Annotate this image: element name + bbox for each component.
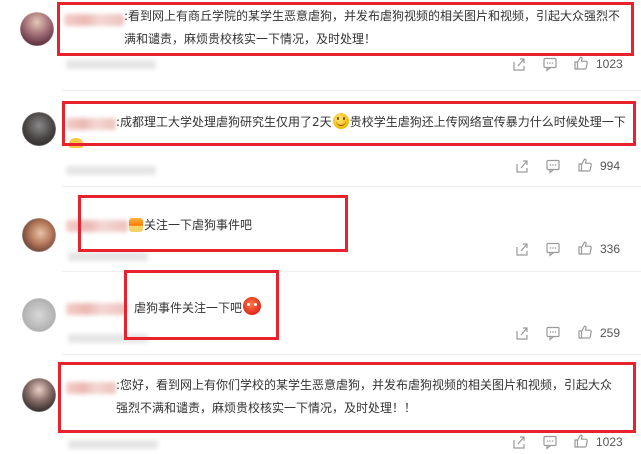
timestamp-redacted [66, 166, 156, 175]
timestamp-redacted [68, 440, 158, 449]
like-count: 994 [600, 159, 621, 173]
like-icon[interactable] [577, 324, 593, 340]
share-icon[interactable] [514, 158, 530, 174]
avatar[interactable] [20, 12, 54, 46]
comment-icon[interactable] [545, 325, 561, 341]
like-count: 1023 [596, 57, 623, 71]
share-icon[interactable] [511, 56, 527, 72]
username-redacted[interactable] [66, 303, 126, 315]
share-icon[interactable] [514, 241, 530, 257]
highlight-box [124, 270, 279, 340]
highlight-box [57, 2, 634, 56]
share-icon[interactable] [511, 434, 527, 450]
comment-icon[interactable] [542, 56, 558, 72]
timestamp-redacted [66, 60, 156, 69]
avatar[interactable] [22, 298, 56, 332]
like-icon[interactable] [577, 157, 593, 173]
divider [62, 90, 641, 91]
highlight-box [58, 362, 636, 433]
avatar[interactable] [22, 218, 56, 252]
timestamp-redacted [68, 252, 148, 261]
divider [62, 354, 641, 355]
highlight-box [62, 101, 636, 146]
like-count: 259 [600, 326, 621, 340]
like-count: 336 [600, 242, 621, 256]
like-icon[interactable] [573, 55, 589, 71]
divider [62, 186, 641, 187]
like-icon[interactable] [577, 240, 593, 256]
highlight-box [78, 195, 348, 252]
comment-icon[interactable] [545, 158, 561, 174]
like-icon[interactable] [573, 433, 589, 449]
comment-icon[interactable] [542, 434, 558, 450]
avatar[interactable] [22, 378, 56, 412]
share-icon[interactable] [514, 325, 530, 341]
avatar[interactable] [22, 112, 56, 146]
comment-icon[interactable] [545, 241, 561, 257]
like-count: 1023 [596, 435, 623, 449]
